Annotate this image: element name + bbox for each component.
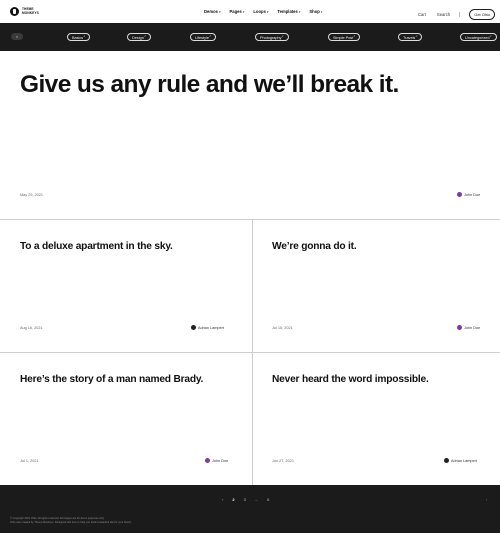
category-label: Travels — [403, 36, 416, 40]
post-title[interactable]: We’re gonna do it. — [272, 241, 357, 252]
nav-label: Templates — [277, 9, 298, 14]
arrow-icon: ↗ — [143, 35, 146, 38]
chevron-down-icon: ▾ — [320, 9, 323, 14]
category-label: Lifestyle — [195, 36, 209, 40]
category-simple-post[interactable]: Simple Post↗ — [328, 33, 361, 41]
category-photography[interactable]: Photography↗ — [255, 33, 289, 41]
pagination-page-3[interactable]: 3 — [244, 497, 246, 502]
post-title[interactable]: To a deluxe apartment in the sky. — [20, 241, 173, 252]
category-label: Uncategorized — [465, 36, 490, 40]
nav-templates[interactable]: Templates ▾ — [277, 9, 300, 14]
nav-demos[interactable]: Demos ▾ — [204, 9, 220, 14]
logo-icon — [10, 7, 19, 16]
avatar — [457, 325, 462, 330]
arrow-icon: ↗ — [208, 35, 212, 38]
category-label: Simple Post — [333, 36, 354, 40]
main-nav: Demos ▾ Pages ▾ Loops ▾ Templates ▾ Shop ▾ — [204, 9, 322, 14]
logo[interactable]: THEME MONKEYS — [10, 7, 39, 16]
grid-divider-vertical — [252, 219, 253, 485]
author-name: John Doe — [464, 325, 481, 330]
avatar — [457, 192, 462, 197]
get-ohio-button[interactable]: Get Ohio — [469, 9, 496, 20]
author-name: John Doe — [212, 458, 229, 463]
grid-divider-top — [0, 219, 500, 220]
arrow-icon: ↗ — [353, 35, 356, 38]
category-label: Basics — [72, 36, 84, 40]
post-author[interactable]: John Doe — [205, 458, 228, 463]
header-divider — [459, 12, 461, 17]
author-name: Adrian Lampert — [451, 458, 477, 463]
category-basics[interactable]: Basics↗ — [67, 33, 91, 41]
post-date: Jul 15, 2021 — [272, 326, 293, 330]
site-header: THEME MONKEYS Demos ▾ Pages ▾ Loops ▾ Templ… — [0, 0, 500, 23]
pagination-page-2[interactable]: 2 — [232, 497, 234, 502]
nav-shop[interactable]: Shop ▾ — [309, 9, 322, 14]
category-design[interactable]: Design↗ — [127, 33, 151, 41]
pagination-ellipsis: ... — [254, 497, 259, 502]
post-title[interactable]: Here’s the story of a man named Brady. — [20, 374, 203, 385]
post-date: Jun 27, 2021 — [272, 459, 294, 463]
nav-loops[interactable]: Loops ▾ — [253, 9, 268, 14]
hero-post-date: May 29, 2021 — [20, 193, 44, 197]
hero-post-title[interactable]: Give us any rule and we’ll break it. — [20, 71, 399, 99]
arrow-icon: ↗ — [415, 35, 418, 38]
grid-divider-middle — [0, 352, 500, 353]
post-title[interactable]: Never heard the word impossible. — [272, 374, 429, 385]
header-tools: Cart Search Get Ohio — [418, 9, 496, 20]
nav-label: Shop — [309, 9, 320, 14]
pagination-page-6[interactable]: 6 — [267, 497, 269, 502]
logo-text: THEME MONKEYS — [22, 7, 39, 15]
post-date: Aug 16, 2021 — [20, 326, 43, 330]
post-author[interactable]: Adrian Lampert — [444, 458, 477, 463]
post-author[interactable]: John Doe — [457, 325, 480, 330]
author-name: Adrian Lampert — [198, 325, 224, 330]
pagination: ‹ 2 3 ... 6 — [222, 497, 269, 502]
category-travels[interactable]: Travels↗ — [398, 33, 423, 41]
avatar — [444, 458, 449, 463]
pagination-prev[interactable]: ‹ — [222, 497, 223, 502]
author-name: John Doe — [464, 192, 481, 197]
chevron-down-icon: ▾ — [218, 9, 221, 14]
nav-label: Demos — [204, 9, 218, 14]
chevron-down-icon: ▾ — [242, 9, 245, 14]
nav-label: Pages — [229, 9, 242, 14]
nav-pages[interactable]: Pages ▾ — [229, 9, 244, 14]
cart-link[interactable]: Cart — [418, 12, 426, 17]
footer-copyright: © Copyright 2021 Ohio. All rights reserv… — [10, 517, 131, 525]
avatar — [205, 458, 210, 463]
category-lifestyle[interactable]: Lifestyle↗ — [190, 33, 217, 41]
home-icon[interactable]: ⌂ — [11, 33, 23, 40]
logo-line2: MONKEYS — [22, 10, 39, 15]
category-uncategorized[interactable]: Uncategorized↗ — [460, 33, 497, 41]
chevron-down-icon: ▾ — [266, 9, 269, 14]
hero-post-author[interactable]: John Doe — [457, 192, 480, 197]
category-label: Design — [132, 36, 144, 40]
category-bar: ⌂ Basics↗ Design↗ Lifestyle↗ Photography… — [0, 23, 500, 51]
avatar — [191, 325, 196, 330]
post-date: Jul 1, 2021 — [20, 459, 39, 463]
credits-line: Ohio was created by Theme Monkeys. Desig… — [10, 521, 132, 524]
nav-label: Loops — [253, 9, 266, 14]
arrow-icon: ↗ — [489, 35, 492, 38]
chevron-down-icon: ▾ — [298, 9, 301, 14]
site-footer: ‹ 2 3 ... 6 › © Copyright 2021 Ohio. All… — [0, 485, 500, 533]
pagination-next[interactable]: › — [486, 497, 487, 502]
category-label: Photography — [260, 36, 282, 40]
arrow-icon: ↗ — [281, 35, 284, 38]
arrow-icon: ↗ — [83, 35, 86, 38]
post-author[interactable]: Adrian Lampert — [191, 325, 224, 330]
search-link[interactable]: Search — [437, 12, 450, 17]
